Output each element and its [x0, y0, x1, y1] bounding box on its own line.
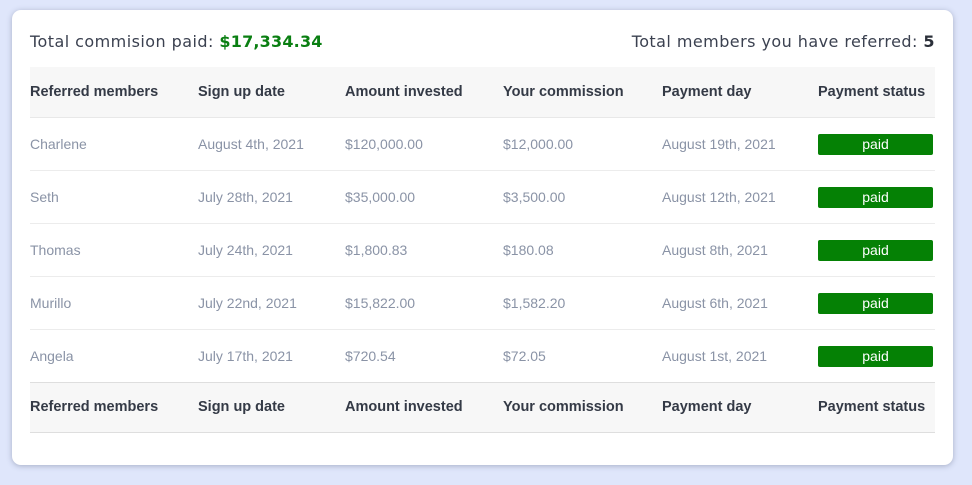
payment-day: August 1st, 2021: [662, 347, 768, 364]
amount-invested: $120,000.00: [345, 117, 503, 171]
status-badge: paid: [818, 346, 933, 367]
sign-up-date: July 22nd, 2021: [198, 276, 345, 330]
your-commission: $1,582.20: [503, 276, 662, 330]
header-row: Referred members Sign up date Amount inv…: [30, 67, 935, 118]
footer-row: Referred members Sign up date Amount inv…: [30, 381, 935, 433]
member-name: Angela: [30, 347, 74, 364]
payment-day: August 6th, 2021: [662, 276, 818, 330]
column-header-sign-up-date[interactable]: Sign up date: [198, 67, 345, 118]
column-header-payment-status[interactable]: Payment status: [818, 67, 935, 118]
amount-invested: $720.54: [345, 347, 396, 364]
table-row: Murillo July 22nd, 2021 $15,822.00 $1,58…: [30, 276, 935, 330]
total-commission-label: Total commision paid:: [30, 31, 214, 51]
payment-status-cell: paid: [818, 329, 935, 382]
payment-status-cell: paid: [818, 170, 935, 224]
table-row: Seth July 28th, 2021 $35,000.00 $3,500.0…: [30, 170, 935, 224]
total-referred-label: Total members you have referred:: [631, 31, 918, 51]
your-commission: $180.08: [503, 223, 662, 277]
table-body: Charlene August 4th, 2021 $120,000.00 $1…: [30, 117, 935, 382]
footer-header-sign-up-date: Sign up date: [198, 381, 345, 433]
total-referred-count: 5: [923, 31, 935, 51]
member-name: Murillo: [30, 276, 198, 330]
your-commission: $72.05: [503, 347, 546, 364]
status-badge: paid: [818, 293, 933, 314]
payment-status-cell: paid: [818, 223, 935, 277]
total-commission-amount: $17,334.34: [219, 31, 323, 51]
your-commission: $12,000.00: [503, 117, 662, 171]
payment-day: August 19th, 2021: [662, 117, 818, 171]
footer-header-amount-invested: Amount invested: [345, 381, 503, 433]
footer-header-payment-status: Payment status: [818, 381, 935, 433]
status-badge: paid: [818, 134, 933, 155]
column-header-amount-invested[interactable]: Amount invested: [345, 67, 503, 118]
table-row: Thomas July 24th, 2021 $1,800.83 $180.08…: [30, 223, 935, 277]
sign-up-date: July 24th, 2021: [198, 223, 345, 277]
status-badge: paid: [818, 187, 933, 208]
summary-bar: Total commision paid: $17,334.34 Total m…: [30, 30, 935, 52]
sign-up-date: July 28th, 2021: [198, 170, 345, 224]
member-name: Thomas: [30, 223, 198, 277]
total-referred: Total members you have referred: 5: [632, 32, 935, 51]
footer-header-your-commission: Your commission: [503, 381, 662, 433]
sign-up-date: August 4th, 2021: [198, 117, 345, 171]
member-name: Charlene: [30, 117, 198, 171]
payment-day: August 12th, 2021: [662, 170, 818, 224]
column-header-referred-members[interactable]: Referred members: [30, 67, 198, 118]
your-commission: $3,500.00: [503, 170, 662, 224]
table-row: Charlene August 4th, 2021 $120,000.00 $1…: [30, 117, 935, 171]
amount-invested: $15,822.00: [345, 276, 503, 330]
payment-day: August 8th, 2021: [662, 223, 818, 277]
table-header: Referred members Sign up date Amount inv…: [30, 67, 935, 118]
status-badge: paid: [818, 240, 933, 261]
column-header-your-commission[interactable]: Your commission: [503, 67, 662, 118]
footer-header-payment-day: Payment day: [662, 381, 818, 433]
sign-up-date: July 17th, 2021: [198, 347, 293, 364]
member-name: Seth: [30, 170, 198, 224]
column-header-payment-day[interactable]: Payment day: [662, 67, 818, 118]
amount-invested: $1,800.83: [345, 223, 503, 277]
footer-header-referred-members: Referred members: [30, 381, 198, 433]
total-commission: Total commision paid: $17,334.34: [30, 32, 323, 51]
referral-card: Total commision paid: $17,334.34 Total m…: [12, 10, 953, 465]
amount-invested: $35,000.00: [345, 170, 503, 224]
payment-status-cell: paid: [818, 117, 935, 171]
payment-status-cell: paid: [818, 276, 935, 330]
referred-members-table: Referred members Sign up date Amount inv…: [30, 67, 935, 433]
table-row: Angela July 17th, 2021 $720.54 $72.05 Au…: [30, 329, 935, 382]
table-footer: Referred members Sign up date Amount inv…: [30, 381, 935, 433]
